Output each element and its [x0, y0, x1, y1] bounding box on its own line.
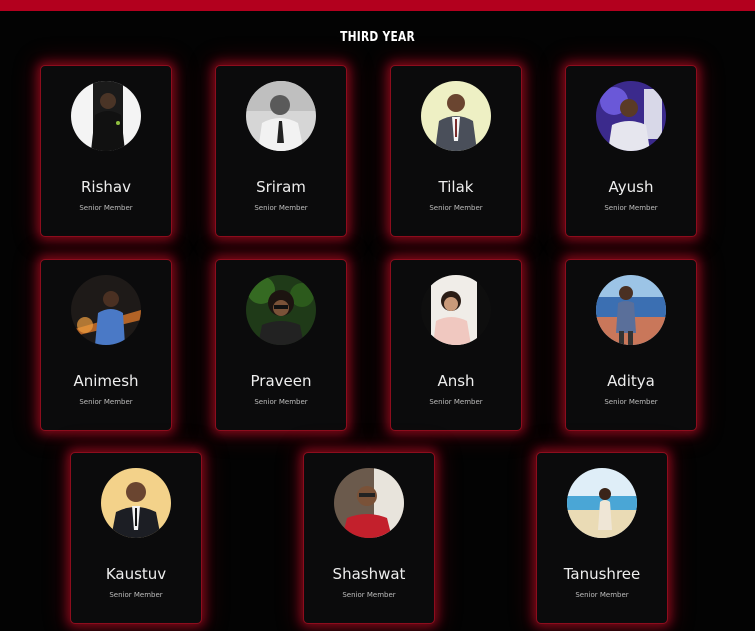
member-card-tilak[interactable]: Tilak Senior Member — [390, 65, 522, 237]
member-photo — [596, 81, 666, 151]
member-photo — [101, 468, 171, 538]
member-name: Kaustuv — [105, 565, 167, 583]
member-name: Aditya — [607, 372, 655, 390]
member-card-shashwat[interactable]: Shashwat Senior Member — [303, 452, 435, 624]
member-role: Senior Member — [109, 591, 163, 599]
member-card-aditya[interactable]: Aditya Senior Member — [565, 259, 697, 431]
member-photo — [421, 275, 491, 345]
member-role: Senior Member — [575, 591, 629, 599]
member-photo — [246, 81, 316, 151]
member-role: Senior Member — [429, 204, 483, 212]
member-card-ansh[interactable]: Ansh Senior Member — [390, 259, 522, 431]
member-card-kaustuv[interactable]: Kaustuv Senior Member — [70, 452, 202, 624]
member-role: Senior Member — [342, 591, 396, 599]
member-name: Tanushree — [563, 565, 641, 583]
member-photo — [71, 275, 141, 345]
member-role: Senior Member — [429, 398, 483, 406]
member-card-sriram[interactable]: Sriram Senior Member — [215, 65, 347, 237]
member-name: Praveen — [250, 372, 312, 390]
member-photo — [596, 275, 666, 345]
member-name: Shashwat — [332, 565, 406, 583]
member-name: Animesh — [73, 372, 139, 390]
member-role: Senior Member — [79, 398, 133, 406]
member-card-tanushree[interactable]: Tanushree Senior Member — [536, 452, 668, 624]
member-card-ayush[interactable]: Ayush Senior Member — [565, 65, 697, 237]
member-role: Senior Member — [79, 204, 133, 212]
section-title: THIRD YEAR — [340, 30, 415, 45]
member-name: Sriram — [256, 178, 306, 196]
member-photo — [334, 468, 404, 538]
member-name: Ayush — [608, 178, 654, 196]
top-accent-bar — [0, 0, 755, 11]
member-name: Tilak — [438, 178, 474, 196]
member-role: Senior Member — [254, 204, 308, 212]
member-card-rishav[interactable]: Rishav Senior Member — [40, 65, 172, 237]
member-card-praveen[interactable]: Praveen Senior Member — [215, 259, 347, 431]
member-role: Senior Member — [604, 398, 658, 406]
member-photo — [246, 275, 316, 345]
member-role: Senior Member — [604, 204, 658, 212]
member-card-animesh[interactable]: Animesh Senior Member — [40, 259, 172, 431]
member-photo — [567, 468, 637, 538]
member-photo — [71, 81, 141, 151]
member-photo — [421, 81, 491, 151]
member-name: Rishav — [81, 178, 131, 196]
member-name: Ansh — [437, 372, 475, 390]
member-role: Senior Member — [254, 398, 308, 406]
